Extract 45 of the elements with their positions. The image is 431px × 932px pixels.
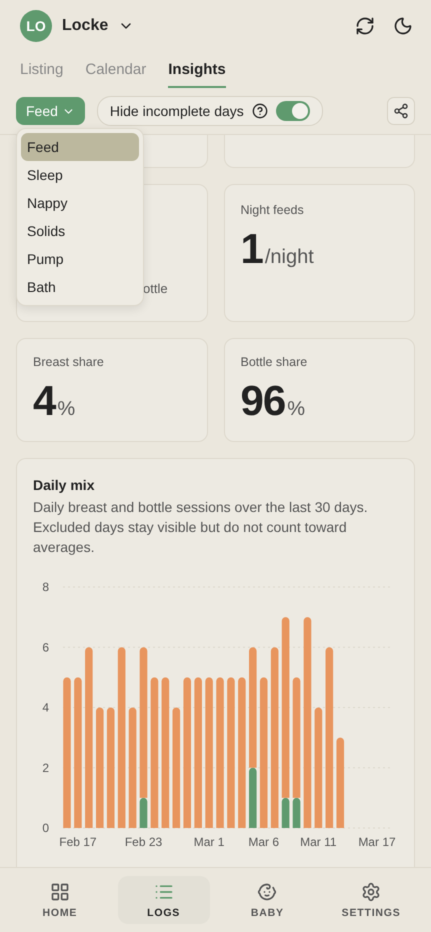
stat-label: Breast share <box>33 355 105 369</box>
moon-icon[interactable] <box>393 16 413 36</box>
profile-name[interactable]: Locke <box>62 17 108 35</box>
sync-icon[interactable] <box>355 16 375 36</box>
y-tick-label: 4 <box>42 700 49 714</box>
baby-face-icon <box>257 882 278 902</box>
menu-item[interactable]: Nappy <box>21 189 139 217</box>
nav-item[interactable]: SETTINGS <box>325 876 417 924</box>
card-title: Daily mix <box>33 477 96 493</box>
x-tick-label: Feb 23 <box>124 835 162 849</box>
settings-icon <box>361 882 382 902</box>
menu-item[interactable]: Solids <box>21 217 139 245</box>
stat-unit: % <box>287 398 306 421</box>
nav-item[interactable]: LOGS <box>118 876 210 924</box>
y-tick-label: 0 <box>42 821 49 835</box>
menu-item[interactable]: Feed <box>21 133 139 161</box>
card-text: ottle <box>143 281 169 296</box>
y-tick-label: 8 <box>42 580 49 594</box>
toggle-label: Hide incomplete days <box>110 103 244 119</box>
stat-value: 1 <box>240 225 263 273</box>
tab[interactable]: Insights <box>168 52 226 88</box>
x-tick-label: Mar 1 <box>194 835 224 849</box>
x-tick-label: Mar 11 <box>300 835 337 849</box>
share-button[interactable] <box>387 97 415 125</box>
menu-item[interactable]: Pump <box>21 245 139 273</box>
y-tick-label: 2 <box>42 760 49 775</box>
nav-item[interactable]: BABY <box>222 876 314 924</box>
stat-value: 96 <box>240 377 286 425</box>
menu-item[interactable]: Bath <box>21 273 139 301</box>
x-tick-label: Mar 6 <box>248 835 280 849</box>
nav-item[interactable]: HOME <box>14 876 106 924</box>
card-description: Daily breast and bottle sessions over the last 30 days. Excluded days stay visible but do not count toward averages. <box>33 498 369 557</box>
help-icon[interactable] <box>252 103 268 119</box>
y-tick-label: 6 <box>42 640 49 654</box>
x-tick-label: Feb 17 <box>59 835 97 849</box>
grid-icon <box>50 882 70 902</box>
stat-label: Night feeds <box>240 203 305 217</box>
toggle-switch[interactable] <box>276 101 310 121</box>
share-icon <box>393 103 409 119</box>
stat-unit: % <box>57 398 76 421</box>
stat-unit: /night <box>264 246 314 269</box>
menu-item[interactable]: Sleep <box>21 161 139 189</box>
x-tick-label: Mar 17 <box>358 835 396 849</box>
stat-label: Bottle share <box>240 355 308 369</box>
stat-value: 4 <box>33 377 56 425</box>
